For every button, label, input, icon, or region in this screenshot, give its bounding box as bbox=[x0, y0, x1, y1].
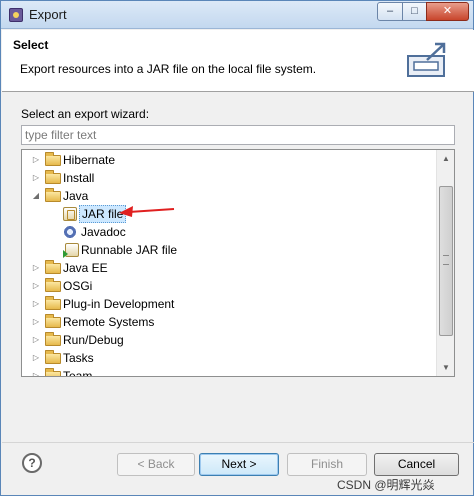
export-wizard-icon bbox=[407, 42, 446, 77]
window-title: Export bbox=[29, 7, 67, 22]
tree-item-osgi[interactable]: ▷ OSGi bbox=[22, 277, 434, 295]
folder-icon bbox=[45, 278, 61, 292]
expand-icon[interactable]: ▷ bbox=[31, 349, 41, 367]
tree-item-label: Install bbox=[63, 171, 95, 185]
expand-icon[interactable]: ▷ bbox=[31, 331, 41, 349]
expand-icon[interactable]: ▷ bbox=[31, 151, 41, 169]
page-description: Export resources into a JAR file on the … bbox=[20, 62, 317, 76]
close-button[interactable]: ✕ bbox=[426, 2, 469, 21]
cancel-button[interactable]: Cancel bbox=[374, 453, 459, 476]
tree-item-label: Team bbox=[63, 369, 93, 377]
maximize-button[interactable]: □ bbox=[402, 2, 427, 21]
expand-icon[interactable]: ▷ bbox=[31, 259, 41, 277]
tree-item-label: Plug-in Development bbox=[63, 297, 175, 311]
folder-icon bbox=[45, 152, 61, 166]
folder-icon bbox=[45, 170, 61, 184]
wizard-list-label: Select an export wizard: bbox=[21, 107, 150, 121]
help-icon[interactable]: ? bbox=[22, 453, 42, 473]
scroll-thumb[interactable] bbox=[439, 186, 453, 336]
watermark-text: CSDN @明辉光焱 bbox=[337, 478, 435, 492]
tree-item-remote-systems[interactable]: ▷ Remote Systems bbox=[22, 313, 434, 331]
tree-item-java-ee[interactable]: ▷ Java EE bbox=[22, 259, 434, 277]
wizard-banner: Select Export resources into a JAR file … bbox=[2, 30, 474, 92]
expand-icon[interactable]: ▷ bbox=[31, 313, 41, 331]
tree-item-run-debug[interactable]: ▷ Run/Debug bbox=[22, 331, 434, 349]
tree-scrollbar[interactable]: ▲ ▼ bbox=[436, 150, 454, 376]
minimize-button[interactable]: – bbox=[377, 2, 403, 21]
tree-item-label: Runnable JAR file bbox=[81, 243, 178, 257]
folder-icon bbox=[45, 296, 61, 310]
tree-item-jar-file[interactable]: JAR file bbox=[22, 205, 434, 223]
folder-icon bbox=[45, 350, 61, 364]
folder-icon bbox=[45, 314, 61, 328]
finish-button[interactable]: Finish bbox=[287, 453, 367, 476]
title-bar[interactable]: Export – □ ✕ bbox=[1, 1, 473, 29]
tree-item-hibernate[interactable]: ▷ Hibernate bbox=[22, 151, 434, 169]
export-dialog: Export – □ ✕ Select Export resources int… bbox=[0, 0, 474, 496]
tree-item-label: Tasks bbox=[63, 351, 94, 365]
next-button[interactable]: Next > bbox=[199, 453, 279, 476]
tree-item-plugin-development[interactable]: ▷ Plug-in Development bbox=[22, 295, 434, 313]
tree-item-label: Java bbox=[63, 189, 89, 203]
jar-file-icon bbox=[63, 207, 77, 221]
wizard-tree[interactable]: ▷ Hibernate ▷ Install ◢ Java JAR file Ja… bbox=[21, 149, 455, 377]
red-annotation-arrow bbox=[119, 206, 175, 217]
folder-icon bbox=[45, 260, 61, 274]
tree-item-install[interactable]: ▷ Install bbox=[22, 169, 434, 187]
runnable-jar-icon bbox=[63, 243, 79, 258]
scroll-up-icon[interactable]: ▲ bbox=[438, 150, 454, 167]
tree-item-java[interactable]: ◢ Java bbox=[22, 187, 434, 205]
tree-item-team[interactable]: ▷ Team bbox=[22, 367, 434, 377]
page-title: Select bbox=[13, 38, 49, 52]
back-button[interactable]: < Back bbox=[117, 453, 195, 476]
expand-icon[interactable]: ▷ bbox=[31, 367, 41, 376]
filter-input[interactable] bbox=[21, 125, 455, 145]
tree-item-label: Javadoc bbox=[81, 225, 126, 239]
tree-item-label: OSGi bbox=[63, 279, 93, 293]
javadoc-icon bbox=[63, 225, 77, 239]
eclipse-app-icon bbox=[9, 8, 23, 22]
tree-item-label: Run/Debug bbox=[63, 333, 124, 347]
folder-icon bbox=[45, 332, 61, 346]
collapse-icon[interactable]: ◢ bbox=[31, 187, 41, 205]
expand-icon[interactable]: ▷ bbox=[31, 295, 41, 313]
tree-item-label: Remote Systems bbox=[63, 315, 155, 329]
tree-item-javadoc[interactable]: Javadoc bbox=[22, 223, 434, 241]
scroll-down-icon[interactable]: ▼ bbox=[438, 359, 454, 376]
footer-divider bbox=[2, 442, 474, 443]
expand-icon[interactable]: ▷ bbox=[31, 277, 41, 295]
folder-open-icon bbox=[45, 188, 61, 202]
expand-icon[interactable]: ▷ bbox=[31, 169, 41, 187]
tree-item-label: Hibernate bbox=[63, 153, 116, 167]
tree-item-runnable-jar[interactable]: Runnable JAR file bbox=[22, 241, 434, 259]
tree-item-tasks[interactable]: ▷ Tasks bbox=[22, 349, 434, 367]
folder-icon bbox=[45, 368, 61, 376]
tree-item-label: Java EE bbox=[63, 261, 108, 275]
